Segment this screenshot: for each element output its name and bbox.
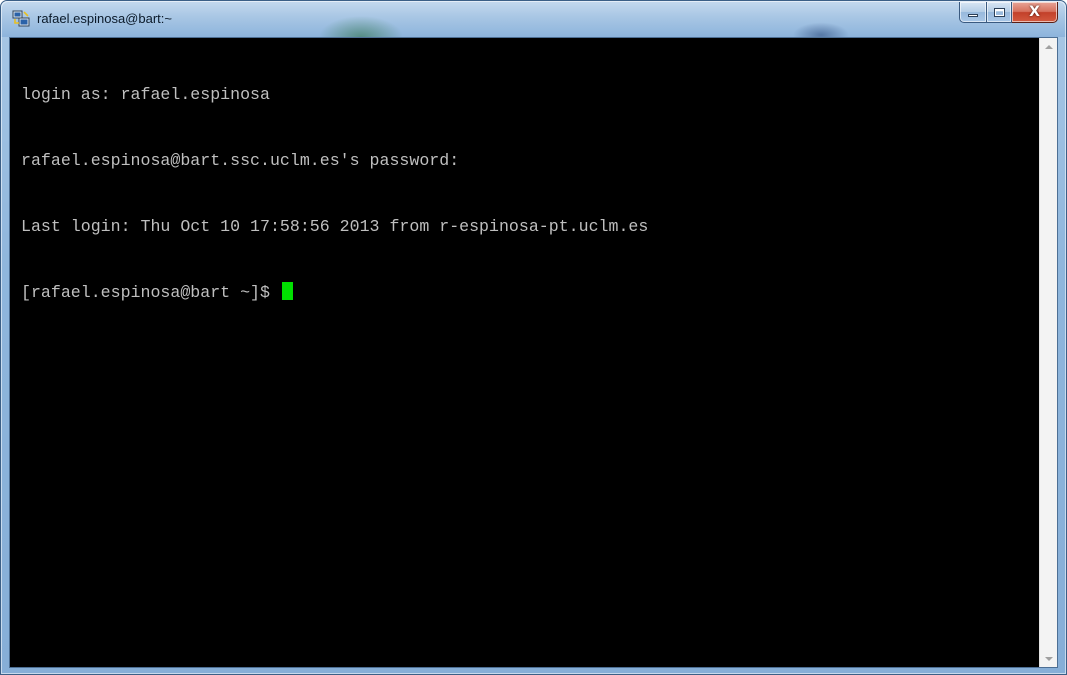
terminal-line: rafael.espinosa@bart.ssc.uclm.es's passw… <box>21 151 460 170</box>
shell-prompt: [rafael.espinosa@bart ~]$ <box>21 283 280 302</box>
terminal-output[interactable]: login as: rafael.espinosa rafael.espinos… <box>10 38 1039 667</box>
prompt-line: [rafael.espinosa@bart ~]$ <box>21 282 1039 304</box>
terminal-cursor <box>281 282 293 300</box>
maximize-button[interactable] <box>986 2 1012 23</box>
putty-icon[interactable] <box>12 10 30 28</box>
scroll-up-button[interactable] <box>1040 38 1057 55</box>
close-button[interactable]: X <box>1012 2 1058 23</box>
scroll-up-arrow-icon <box>1044 44 1053 49</box>
terminal-line: login as: rafael.espinosa <box>21 85 270 104</box>
scroll-down-button[interactable] <box>1040 650 1057 667</box>
window-title: rafael.espinosa@bart:~ <box>37 11 172 26</box>
maximize-icon <box>993 7 1005 17</box>
close-icon: X <box>1029 4 1040 20</box>
minimize-button[interactable] <box>959 2 986 23</box>
minimize-icon <box>968 14 978 17</box>
terminal-client-area: login as: rafael.espinosa rafael.espinos… <box>9 37 1058 668</box>
title-bar[interactable]: rafael.espinosa@bart:~ X <box>1 1 1066 37</box>
vertical-scrollbar[interactable] <box>1039 38 1057 667</box>
terminal-line: Last login: Thu Oct 10 17:58:56 2013 fro… <box>21 217 649 236</box>
caption-buttons: X <box>959 2 1058 23</box>
putty-window: rafael.espinosa@bart:~ X login as: rafae… <box>0 0 1067 675</box>
scroll-down-arrow-icon <box>1044 656 1053 661</box>
